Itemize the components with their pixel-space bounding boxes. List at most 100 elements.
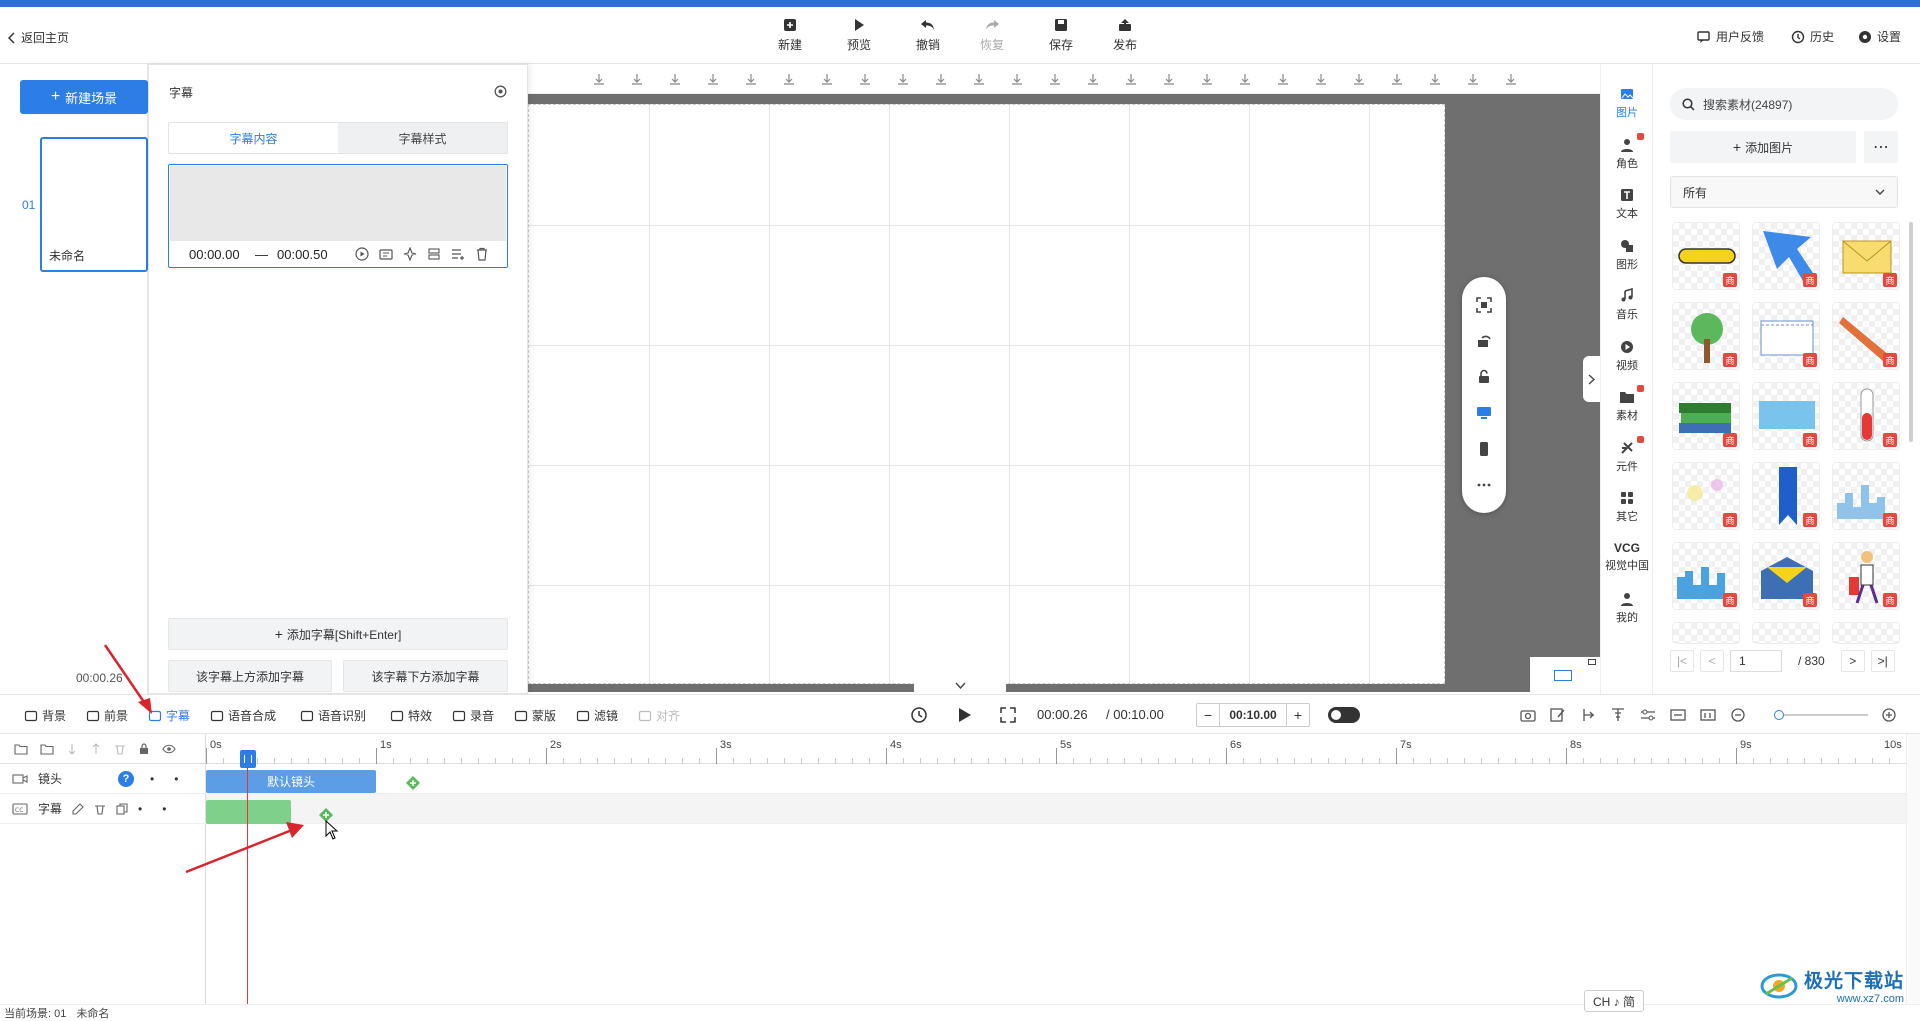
- add-clip-icon[interactable]: [405, 775, 421, 791]
- category-shape[interactable]: 图形: [1601, 238, 1653, 272]
- next-page-button[interactable]: >: [1840, 650, 1865, 672]
- asset-thumb-partial[interactable]: [1672, 622, 1740, 644]
- tab-subtitle-style[interactable]: 字幕样式: [338, 123, 507, 153]
- add-subtitle-button[interactable]: + 添加字幕[Shift+Enter]: [168, 618, 508, 650]
- flip-v-icon[interactable]: [770, 72, 808, 86]
- space-v-icon[interactable]: [1074, 72, 1112, 86]
- center-v-icon[interactable]: [1302, 72, 1340, 86]
- asset-thumb-test-tube[interactable]: 商: [1832, 382, 1900, 450]
- timeline-tool-filter[interactable]: 滤镜: [576, 707, 618, 724]
- scene-clip[interactable]: 默认镜头: [206, 770, 376, 793]
- category-character[interactable]: 角色: [1601, 132, 1653, 171]
- tab-subtitle-content[interactable]: 字幕内容: [169, 123, 338, 153]
- align-bottom-icon[interactable]: [580, 72, 618, 86]
- timeline-ruler[interactable]: 0s 1s 2s 3s 4s 5s 6s 7s 8s 9s 10s: [206, 734, 1907, 764]
- align-left-icon[interactable]: [1112, 72, 1150, 86]
- center-h-icon[interactable]: [1188, 72, 1226, 86]
- category-user[interactable]: 我的: [1601, 591, 1653, 625]
- category-video[interactable]: 视频: [1601, 339, 1653, 373]
- prev-page-button[interactable]: <: [1700, 650, 1724, 672]
- subtitle-text-area[interactable]: [170, 166, 506, 241]
- asset-filter-select[interactable]: 所有: [1670, 176, 1898, 208]
- rewind-icon[interactable]: [910, 706, 928, 724]
- camera-icon[interactable]: [1520, 707, 1536, 723]
- timeline-tool-tts[interactable]: 语音合成: [210, 707, 276, 724]
- actual-size-icon[interactable]: [1700, 707, 1716, 723]
- collapse-panel-button[interactable]: [1583, 356, 1600, 402]
- voice-icon[interactable]: [379, 247, 393, 261]
- move-down-icon[interactable]: [66, 743, 78, 755]
- asset-thumb-city-skyline-2[interactable]: 商: [1672, 542, 1740, 610]
- add-below-button[interactable]: 该字幕下方添加字幕: [343, 660, 508, 692]
- trash-icon[interactable]: [475, 247, 489, 261]
- distribute-h-icon[interactable]: [960, 72, 998, 86]
- asset-thumb-bookmark[interactable]: 商: [1752, 462, 1820, 530]
- subtitle-start-time[interactable]: 00:00.00: [189, 247, 240, 262]
- timeline-tool-background[interactable]: 背景: [24, 707, 66, 724]
- asset-thumb-envelope[interactable]: 商: [1832, 222, 1900, 290]
- play-button[interactable]: [955, 706, 973, 724]
- zoom-out-icon[interactable]: [1378, 72, 1416, 86]
- copy-icon[interactable]: [116, 802, 128, 815]
- asset-thumb-tree[interactable]: 商: [1672, 302, 1740, 370]
- category-grid[interactable]: 其它: [1601, 490, 1653, 524]
- asset-thumb-partial[interactable]: [1752, 622, 1820, 644]
- timeline-tool-align[interactable]: 对齐: [638, 707, 680, 724]
- loop-toggle[interactable]: [1328, 707, 1360, 723]
- asset-thumb-notepad[interactable]: 商: [1752, 302, 1820, 370]
- delete-track-icon[interactable]: [114, 743, 126, 755]
- plus-icon[interactable]: +: [1287, 707, 1309, 723]
- last-page-button[interactable]: >|: [1870, 650, 1895, 672]
- category-vcg[interactable]: VCG 视觉中国: [1601, 541, 1653, 573]
- eye-icon[interactable]: [162, 744, 176, 754]
- add-folder-icon[interactable]: [14, 743, 28, 755]
- distribute-v-icon[interactable]: [998, 72, 1036, 86]
- paste-icon[interactable]: [1492, 72, 1530, 86]
- lock-icon[interactable]: [808, 72, 846, 86]
- bottom-edge-icon[interactable]: [1264, 72, 1302, 86]
- preview-button[interactable]: 预览: [847, 17, 871, 53]
- undo-button[interactable]: 撤销: [916, 17, 940, 53]
- unlock-icon[interactable]: [1476, 369, 1492, 385]
- history-link[interactable]: 历史: [1791, 28, 1834, 45]
- first-page-button[interactable]: |<: [1670, 650, 1694, 672]
- space-h-icon[interactable]: [1036, 72, 1074, 86]
- delete-icon[interactable]: [884, 72, 922, 86]
- back-home-link[interactable]: 返回主页: [8, 29, 69, 46]
- new-scene-button[interactable]: + 新建场景: [20, 80, 148, 114]
- duration-value[interactable]: 00:10.00: [1219, 704, 1287, 726]
- add-image-button[interactable]: + 添加图片: [1670, 131, 1856, 163]
- category-image[interactable]: 图片: [1601, 86, 1653, 120]
- move-up-icon[interactable]: [90, 742, 102, 755]
- asset-thumb-blue-arrow[interactable]: 商: [1752, 222, 1820, 290]
- align-top-icon[interactable]: [618, 72, 656, 86]
- expand-timeline-button[interactable]: [914, 677, 1006, 693]
- timeline-tool-mask[interactable]: 蒙版: [514, 707, 556, 724]
- cut-icon[interactable]: [1580, 707, 1596, 723]
- category-music[interactable]: 音乐: [1601, 288, 1653, 322]
- new-button[interactable]: 新建: [778, 17, 802, 53]
- align-right-icon[interactable]: [1150, 72, 1188, 86]
- trash-icon[interactable]: [94, 803, 106, 815]
- aspect-toggle[interactable]: [1530, 657, 1600, 692]
- fit-screen-icon[interactable]: [1476, 297, 1492, 313]
- asset-thumb-blue-rect[interactable]: 商: [1752, 382, 1820, 450]
- category-component[interactable]: 元件: [1601, 435, 1653, 474]
- asset-thumb-partial[interactable]: [1832, 622, 1900, 644]
- fullscreen-icon[interactable]: [999, 706, 1017, 724]
- desktop-view-icon[interactable]: [1476, 405, 1492, 421]
- more-options-button[interactable]: ⋯: [1864, 131, 1898, 163]
- save-button[interactable]: 保存: [1049, 17, 1073, 53]
- dot-icon[interactable]: •: [162, 802, 166, 816]
- split-icon[interactable]: [427, 247, 441, 261]
- rotate-icon[interactable]: [1476, 333, 1492, 349]
- edit-icon[interactable]: [1550, 707, 1566, 723]
- asset-search-input[interactable]: 搜索素材(24897): [1670, 88, 1898, 120]
- subtitle-end-time[interactable]: 00:00.50: [277, 247, 328, 262]
- play-circle-icon[interactable]: [355, 247, 369, 261]
- align-middle-icon[interactable]: [656, 72, 694, 86]
- dot-icon[interactable]: •: [174, 772, 178, 786]
- add-above-button[interactable]: 该字幕上方添加字幕: [168, 660, 332, 692]
- reset-icon[interactable]: [846, 72, 884, 86]
- publish-button[interactable]: 发布: [1113, 17, 1137, 53]
